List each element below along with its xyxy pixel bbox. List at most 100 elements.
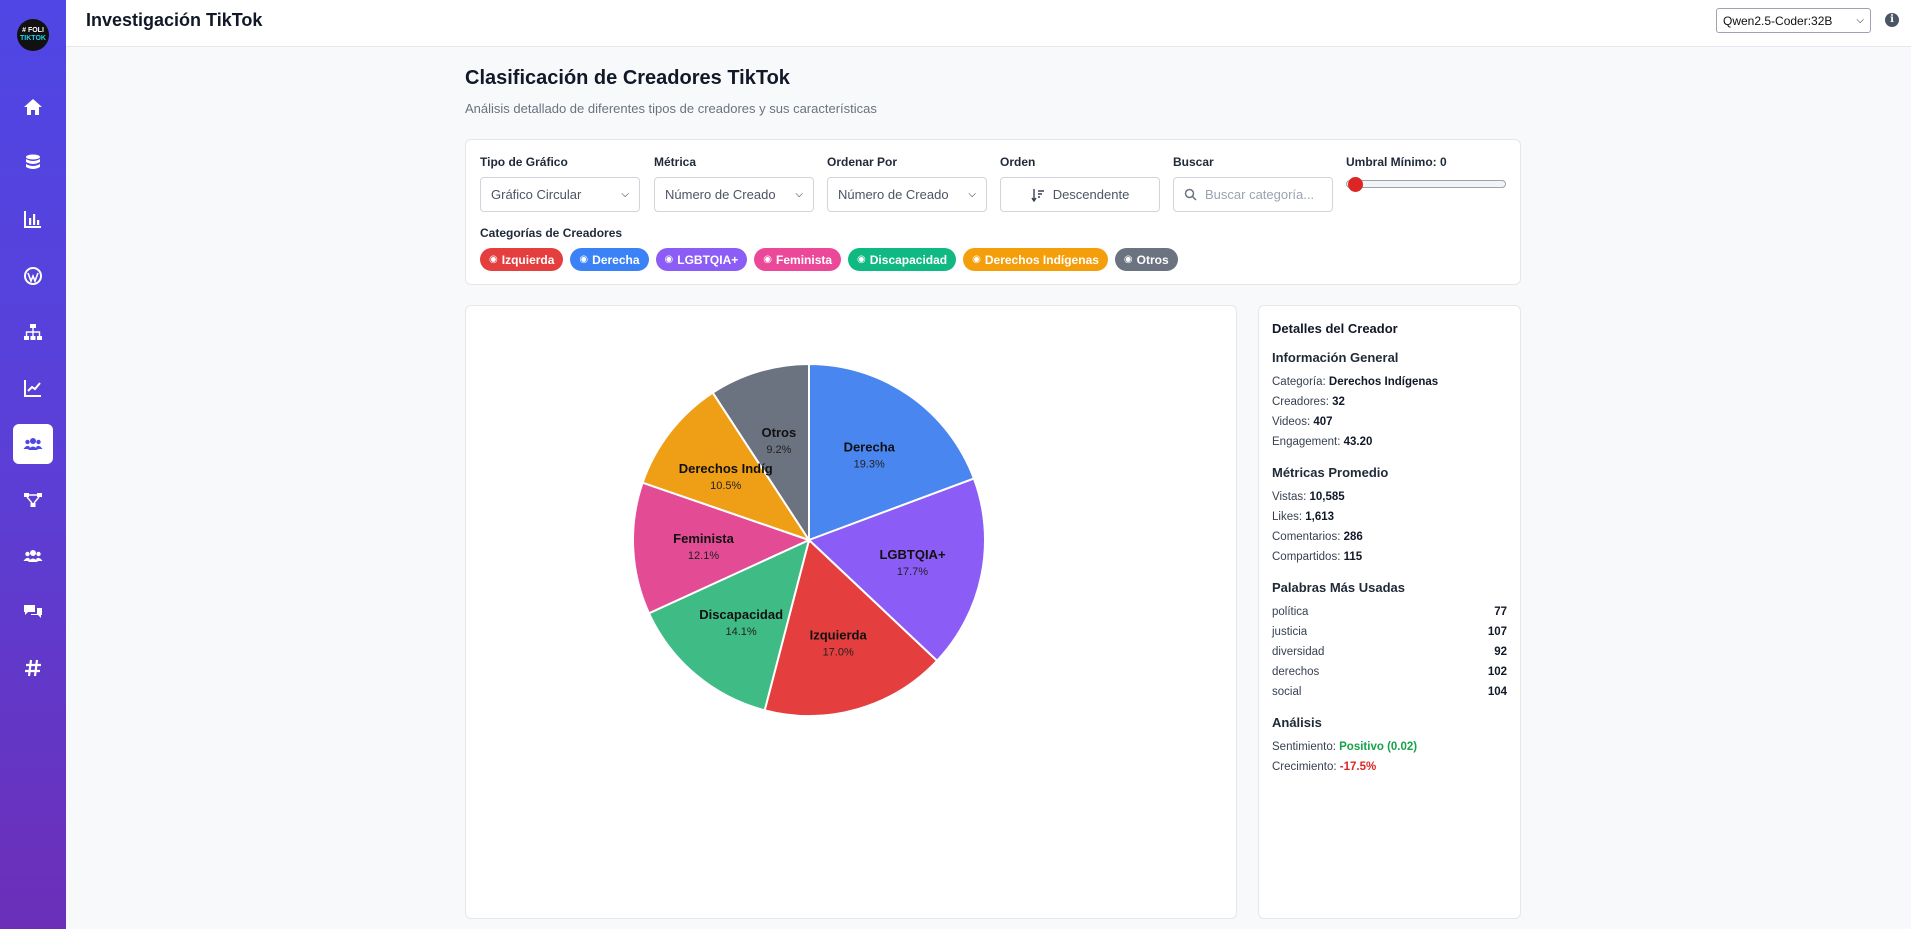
sidebar-item-hashtags[interactable]	[13, 648, 53, 688]
sidebar-item-stats[interactable]	[13, 199, 53, 239]
word-row: política 77	[1272, 602, 1507, 622]
threshold-slider-track[interactable]	[1346, 180, 1506, 188]
app-logo[interactable]: # FOLI TIKTOK	[17, 19, 49, 51]
videos-row: Videos: 407	[1272, 412, 1507, 432]
category-chip[interactable]: ◉ LGBTQIA+	[655, 248, 748, 271]
slice-label: LGBTQIA+	[879, 547, 945, 562]
logo-text-bottom: TIKTOK	[20, 35, 46, 42]
category-label: Categoría:	[1272, 376, 1326, 388]
category-chips: ◉ Izquierda ◉ Derecha ◉ LGBTQIA+ ◉ Feminista ◉ Di…	[480, 248, 1178, 271]
search-input[interactable]: Buscar categoría...	[1173, 177, 1333, 212]
sidebar-item-comments[interactable]	[13, 592, 53, 632]
sidebar-item-groups[interactable]	[13, 536, 53, 576]
category-chip[interactable]: ◉ Discapacidad	[848, 248, 957, 271]
sentiment-label: Sentimiento:	[1272, 741, 1336, 753]
slice-percent: 17.0%	[823, 646, 854, 658]
group-icon	[23, 550, 43, 562]
model-select[interactable]: Qwen2.5-Coder:32B ⌵	[1716, 8, 1871, 33]
shares-row: Compartidos: 115	[1272, 547, 1507, 567]
slice-label: Discapacidad	[699, 607, 783, 622]
sidebar-item-sitemap[interactable]	[13, 312, 53, 352]
category-chip[interactable]: ◉ Feminista	[754, 248, 842, 271]
metrics-section: Métricas Promedio Vistas: 10,585 Likes: …	[1272, 465, 1507, 567]
sidebar-item-network[interactable]	[13, 480, 53, 520]
comments-label: Comentarios:	[1272, 531, 1341, 543]
hashtag-icon	[25, 659, 41, 677]
shares-value: 115	[1343, 551, 1363, 563]
engagement-label: Engagement:	[1272, 436, 1341, 448]
general-info-section: Información General Categoría: Derechos …	[1272, 350, 1507, 452]
slice-label: Feminista	[673, 531, 734, 546]
home-icon	[24, 99, 42, 115]
sidebar-item-wordpress[interactable]	[13, 256, 53, 296]
word-count: 107	[1487, 626, 1507, 638]
slice-percent: 9.2%	[766, 444, 791, 456]
metrics-heading: Métricas Promedio	[1272, 465, 1389, 480]
sort-by-label: Ordenar Por	[827, 155, 898, 169]
creators-row: Creadores: 32	[1272, 392, 1507, 412]
search-label: Buscar	[1173, 155, 1214, 169]
info-icon[interactable]: i	[1885, 13, 1899, 27]
order-toggle-button[interactable]: Descendente	[1000, 177, 1160, 212]
sidebar-item-home[interactable]	[13, 87, 53, 127]
creators-label: Creadores:	[1272, 396, 1329, 408]
chevron-down-icon: ⌵	[968, 189, 976, 200]
filters-panel: Tipo de Gráfico Gráfico Circular ⌵ Métri…	[465, 139, 1521, 285]
slice-label: Otros	[762, 425, 797, 440]
category-chip-label: Izquierda	[501, 252, 555, 267]
views-label: Vistas:	[1272, 491, 1307, 503]
category-chip-label: Discapacidad	[869, 252, 948, 267]
slice-label: Derechos Indíg	[679, 461, 773, 476]
word-row: justicia 107	[1272, 622, 1507, 642]
likes-value: 1,613	[1305, 511, 1335, 523]
eye-icon: ◉	[763, 254, 773, 265]
category-chip[interactable]: ◉ Otros	[1114, 248, 1178, 271]
category-chip-label: Otros	[1136, 252, 1169, 267]
chart-type-label: Tipo de Gráfico	[480, 155, 568, 169]
threshold-slider-thumb[interactable]	[1348, 177, 1363, 192]
eye-icon: ◉	[664, 254, 674, 265]
sidebar-item-trends[interactable]	[13, 368, 53, 408]
metric-select[interactable]: Número de Creado ⌵	[654, 177, 814, 212]
category-chip[interactable]: ◉ Izquierda	[480, 248, 564, 271]
sidebar-item-creators[interactable]	[13, 424, 53, 464]
comments-value: 286	[1343, 531, 1363, 543]
creators-value: 32	[1332, 396, 1345, 408]
category-chip[interactable]: ◉ Derecha	[570, 248, 649, 271]
engagement-value: 43.20	[1343, 436, 1373, 448]
sidebar: # FOLI TIKTOK	[0, 0, 66, 929]
category-chip-label: LGBTQIA+	[677, 252, 739, 267]
sort-by-select[interactable]: Número de Creado ⌵	[827, 177, 987, 212]
chart-type-select[interactable]: Gráfico Circular ⌵	[480, 177, 640, 212]
chevron-down-icon: ⌵	[1856, 15, 1864, 26]
logo-text-top: # FOLI	[22, 27, 44, 34]
creator-details-panel: Detalles del Creador Información General…	[1258, 305, 1521, 919]
sidebar-item-data[interactable]	[13, 143, 53, 183]
views-row: Vistas: 10,585	[1272, 487, 1507, 507]
sentiment-row: Sentimiento: Positivo (0.02)	[1272, 737, 1507, 757]
category-chip[interactable]: ◉ Derechos Indígenas	[963, 248, 1108, 271]
network-icon	[24, 493, 42, 507]
eye-icon: ◉	[857, 254, 866, 265]
search-icon	[1184, 188, 1197, 201]
chevron-down-icon: ⌵	[621, 189, 629, 200]
comments-icon	[24, 605, 42, 618]
order-value: Descendente	[1052, 187, 1130, 202]
category-value: Derechos Indígenas	[1328, 376, 1439, 388]
pie-chart: Derecha 19.3% LGBTQIA+ 17.7% Izquierda 17.0% D…	[632, 362, 986, 717]
threshold-label: Umbral Mínimo: 0	[1346, 155, 1447, 169]
top-header: Investigación TikTok Qwen2.5-Coder:32B ⌵…	[66, 0, 1911, 47]
category-row: Categoría: Derechos Indígenas	[1272, 372, 1507, 392]
word-label: diversidad	[1272, 646, 1325, 658]
app-title: Investigación TikTok	[86, 10, 263, 30]
category-chip-label: Feminista	[776, 252, 833, 267]
model-select-value: Qwen2.5-Coder:32B	[1723, 13, 1833, 28]
sort-by-value: Número de Creado	[838, 187, 949, 202]
word-label: política	[1272, 606, 1309, 618]
slice-percent: 19.3%	[854, 458, 885, 470]
word-row: diversidad 92	[1272, 642, 1507, 662]
words-heading: Palabras Más Usadas	[1272, 580, 1405, 595]
wordpress-icon	[24, 267, 42, 285]
word-count: 92	[1494, 646, 1507, 658]
likes-row: Likes: 1,613	[1272, 507, 1507, 527]
